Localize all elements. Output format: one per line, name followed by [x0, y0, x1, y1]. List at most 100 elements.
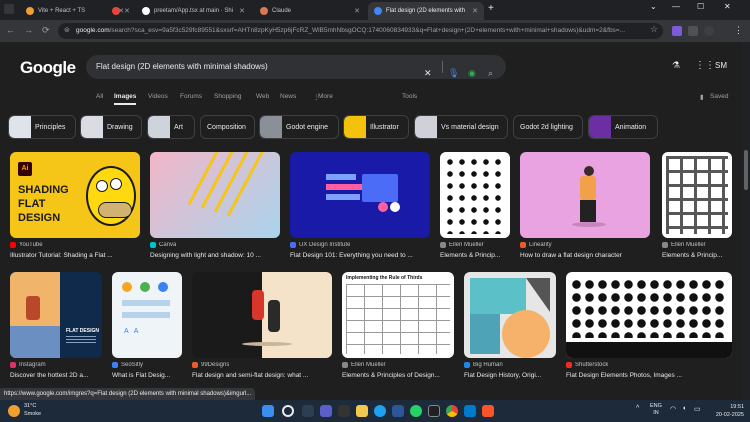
app-icon[interactable]: [428, 405, 440, 417]
result-title[interactable]: Designing with light and shadow: 10 ...: [150, 252, 282, 259]
result-image[interactable]: [464, 272, 556, 358]
tab-search-chevron-icon[interactable]: ⌄: [650, 2, 657, 11]
teams-icon[interactable]: [320, 405, 332, 417]
result-image[interactable]: [520, 152, 650, 238]
chip-godot-2d-lighting[interactable]: Godot 2d lighting: [513, 115, 583, 139]
result-card[interactable]: A A SeoSitly What is Flat Desig...: [112, 272, 182, 382]
minimize-icon[interactable]: —: [672, 2, 680, 11]
labs-icon[interactable]: ⚗: [672, 60, 680, 71]
chip-art[interactable]: Art: [147, 115, 195, 139]
result-card[interactable]: 99Designs Flat design and semi-flat desi…: [192, 272, 334, 382]
battery-icon[interactable]: ▭: [694, 405, 701, 413]
chip-composition[interactable]: Composition: [200, 115, 255, 139]
word-icon[interactable]: [392, 405, 404, 417]
chip-godot-engine[interactable]: Godot engine: [259, 115, 339, 139]
apps-grid-icon[interactable]: ⋮⋮: [695, 60, 715, 71]
search-icon[interactable]: [282, 405, 294, 417]
wifi-icon[interactable]: ◠: [670, 405, 676, 413]
tab-images[interactable]: Images: [114, 93, 136, 100]
result-card[interactable]: Ellen Mueller Elements & Princip...: [662, 152, 732, 262]
chip-principles[interactable]: Principles: [8, 115, 76, 139]
extension-icon[interactable]: [688, 26, 698, 36]
tab-forums[interactable]: Forums: [180, 93, 202, 100]
search-icon[interactable]: ⌕: [488, 61, 493, 85]
result-image[interactable]: A A: [112, 272, 182, 358]
result-image[interactable]: FLAT DESIGN: [10, 272, 102, 358]
tab-google-images[interactable]: Flat design (2D elements with ✕: [368, 2, 484, 20]
google-logo[interactable]: Google: [20, 58, 76, 78]
close-icon[interactable]: ✕: [354, 7, 360, 15]
start-icon[interactable]: [262, 405, 274, 417]
tab-more[interactable]: More: [318, 93, 333, 100]
chip-vs-material-design[interactable]: Vs material design: [414, 115, 508, 139]
tab-shopping[interactable]: Shopping: [214, 93, 241, 100]
tab-videos[interactable]: Videos: [148, 93, 168, 100]
site-info-icon[interactable]: ⊜: [64, 23, 70, 39]
brave-icon[interactable]: [482, 405, 494, 417]
chip-drawing[interactable]: Drawing: [80, 115, 142, 139]
forward-icon[interactable]: →: [24, 25, 33, 35]
result-card[interactable]: Canva Designing with light and shadow: 1…: [150, 152, 282, 262]
chrome-icon[interactable]: [446, 405, 458, 417]
result-card[interactable]: FLAT DESIGN Instagram Discover the hotte…: [10, 272, 102, 382]
url-input[interactable]: ⊜ google.com/search?sca_esv=9a5f3c529fc8…: [58, 23, 663, 39]
tab-news[interactable]: News: [280, 93, 296, 100]
result-title[interactable]: Flat design and semi-flat design: what .…: [192, 372, 334, 379]
tab-web[interactable]: Web: [256, 93, 269, 100]
result-image[interactable]: [192, 272, 332, 358]
result-title[interactable]: Elements & Princip...: [662, 252, 732, 259]
tab-github[interactable]: preetam/App.tsx at main · Shi ✕: [136, 2, 251, 20]
voice-search-icon[interactable]: 🎙: [448, 61, 459, 85]
tab-youtube[interactable]: ✕: [106, 2, 134, 20]
close-icon[interactable]: ✕: [124, 7, 130, 15]
result-image[interactable]: [150, 152, 280, 238]
result-image[interactable]: Ai SHADING FLAT DESIGN: [10, 152, 140, 238]
tools-button[interactable]: Tools: [402, 93, 417, 100]
result-image[interactable]: [566, 272, 732, 358]
bookmark-star-icon[interactable]: ☆: [650, 24, 658, 35]
result-card[interactable]: Linearity How to draw a flat design char…: [520, 152, 652, 262]
result-card[interactable]: UX Design Institute Flat Design 101: Eve…: [290, 152, 430, 262]
chevron-up-icon[interactable]: ^: [636, 405, 639, 412]
tab-all[interactable]: All: [96, 93, 103, 100]
chip-animation[interactable]: Animation: [588, 115, 658, 139]
language-indicator[interactable]: ENG IN: [650, 403, 662, 417]
maximize-icon[interactable]: ☐: [697, 2, 704, 11]
avatar[interactable]: SM: [715, 61, 727, 70]
result-title[interactable]: Flat Design 101: Everything you need to …: [290, 252, 430, 259]
vscode-icon[interactable]: [464, 405, 476, 417]
menu-icon[interactable]: ⋮: [734, 25, 743, 36]
scrollbar[interactable]: [742, 42, 750, 400]
new-tab-button[interactable]: +: [488, 3, 494, 14]
chip-illustrator[interactable]: Illustrator: [343, 115, 409, 139]
terminal-icon[interactable]: [338, 405, 350, 417]
result-title[interactable]: Illustrator Tutorial: Shading a Flat ...: [10, 252, 142, 259]
result-image[interactable]: [290, 152, 430, 238]
result-card[interactable]: Ai SHADING FLAT DESIGN YouTube Illustrat…: [10, 152, 142, 262]
edge-icon[interactable]: [374, 405, 386, 417]
profile-icon[interactable]: [704, 26, 714, 36]
result-card[interactable]: Big Human Flat Design History, Origi...: [464, 272, 558, 382]
close-window-icon[interactable]: ✕: [724, 2, 731, 11]
result-title[interactable]: Flat Design History, Origi...: [464, 372, 558, 379]
close-icon[interactable]: ✕: [472, 7, 478, 15]
saved-link[interactable]: Saved: [710, 93, 728, 100]
task-view-icon[interactable]: [302, 405, 314, 417]
search-input[interactable]: Flat design (2D elements with minimal sh…: [86, 55, 506, 79]
file-explorer-icon[interactable]: [356, 405, 368, 417]
result-image[interactable]: [662, 152, 732, 238]
reload-icon[interactable]: ⟳: [42, 25, 50, 36]
result-title[interactable]: Elements & Principles of Design...: [342, 372, 456, 379]
result-title[interactable]: What is Flat Desig...: [112, 372, 182, 379]
weather-widget[interactable]: 31°C Smoke: [24, 402, 41, 418]
result-title[interactable]: How to draw a flat design character: [520, 252, 652, 259]
result-image[interactable]: [440, 152, 510, 238]
result-card[interactable]: Shutterstock Flat Design Elements Photos…: [566, 272, 734, 382]
back-icon[interactable]: ←: [6, 25, 15, 35]
result-image[interactable]: Implementing the Rule of Thirds: [342, 272, 454, 358]
lens-icon[interactable]: ◉: [468, 61, 476, 85]
tab-search-icon[interactable]: [4, 4, 14, 14]
result-title[interactable]: Flat Design Elements Photos, Images ...: [566, 372, 732, 379]
extension-icon[interactable]: [672, 26, 682, 36]
volume-icon[interactable]: ◖: [682, 405, 686, 412]
